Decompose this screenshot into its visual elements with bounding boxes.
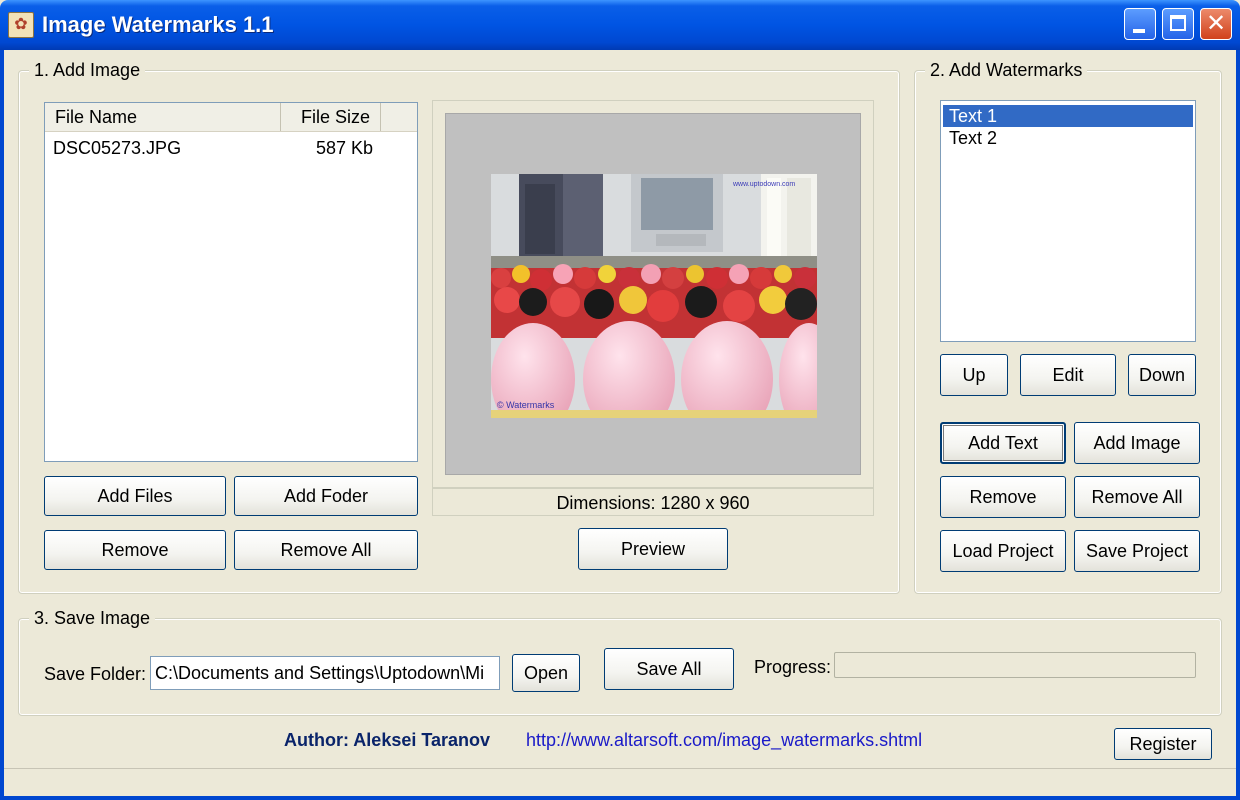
watermark-item-text-1[interactable]: Text 1 [943, 105, 1193, 127]
maximize-button[interactable] [1162, 8, 1194, 40]
move-down-button[interactable]: Down [1128, 354, 1196, 396]
status-bar [4, 768, 1236, 797]
watermark-item-text-2[interactable]: Text 2 [943, 127, 1193, 149]
file-name-cell: DSC05273.JPG [53, 138, 182, 158]
close-icon: ✕ [1205, 10, 1227, 37]
add-text-button[interactable]: Add Text [940, 422, 1066, 464]
progress-label: Progress: [754, 657, 832, 677]
preview-photo: www.uptodown.com © Watermarks [491, 174, 817, 418]
file-list[interactable]: File Name File Size DSC05273.JPG 587 Kb [44, 102, 418, 462]
file-size-cell: 587 Kb [315, 138, 373, 158]
window-title: Image Watermarks 1.1 [42, 12, 274, 37]
file-row[interactable]: DSC05273.JPG 587 Kb [45, 135, 417, 161]
remove-file-button[interactable]: Remove [44, 530, 226, 570]
save-image-group-title: 3. Save Image [29, 607, 156, 629]
palette-app-icon[interactable]: ✿ [8, 12, 34, 38]
register-button[interactable]: Register [1114, 728, 1212, 760]
close-button[interactable]: ✕ [1200, 8, 1232, 40]
progress-bar [834, 652, 1196, 678]
add-image-watermark-button[interactable]: Add Image [1074, 422, 1200, 464]
save-folder-label: Save Folder: [44, 664, 147, 684]
save-folder-input[interactable]: C:\Documents and Settings\Uptodown\Mi [150, 656, 500, 690]
image-preview-area: www.uptodown.com © Watermarks [445, 113, 861, 475]
image-preview-frame: www.uptodown.com © Watermarks [432, 100, 874, 488]
save-all-button[interactable]: Save All [604, 648, 734, 690]
remove-watermark-button[interactable]: Remove [940, 476, 1066, 518]
add-image-group-title: 1. Add Image [29, 59, 146, 81]
preview-button[interactable]: Preview [578, 528, 728, 570]
open-folder-button[interactable]: Open [512, 654, 580, 692]
minimize-icon [1133, 29, 1145, 33]
add-files-button[interactable]: Add Files [44, 476, 226, 516]
window-frame-right [1236, 50, 1240, 800]
title-bar: ✿ Image Watermarks 1.1 ✕ [0, 0, 1240, 50]
remove-all-watermarks-button[interactable]: Remove All [1074, 476, 1200, 518]
minimize-button[interactable] [1124, 8, 1156, 40]
window-frame-left [0, 50, 4, 800]
preview-photo-graphic: www.uptodown.com © Watermarks [491, 174, 817, 418]
svg-text:© Watermarks: © Watermarks [497, 400, 555, 410]
watermarks-group-title: 2. Add Watermarks [925, 59, 1088, 81]
file-list-header: File Name File Size [45, 103, 417, 132]
column-header-file-size[interactable]: File Size [281, 103, 381, 131]
svg-text:www.uptodown.com: www.uptodown.com [732, 181, 795, 188]
maximize-icon [1170, 15, 1186, 31]
load-project-button[interactable]: Load Project [940, 530, 1066, 572]
add-folder-button[interactable]: Add Foder [234, 476, 418, 516]
column-header-empty [381, 103, 417, 131]
dimensions-label: Dimensions: 1280 x 960 [432, 488, 874, 516]
edit-watermark-button[interactable]: Edit [1020, 354, 1116, 396]
save-project-button[interactable]: Save Project [1074, 530, 1200, 572]
author-label: Author: Aleksei Taranov [284, 730, 491, 750]
website-link[interactable]: http://www.altarsoft.com/image_watermark… [526, 730, 922, 751]
move-up-button[interactable]: Up [940, 354, 1008, 396]
column-header-file-name[interactable]: File Name [45, 103, 281, 131]
watermark-list[interactable]: Text 1 Text 2 [940, 100, 1196, 342]
remove-all-files-button[interactable]: Remove All [234, 530, 418, 570]
